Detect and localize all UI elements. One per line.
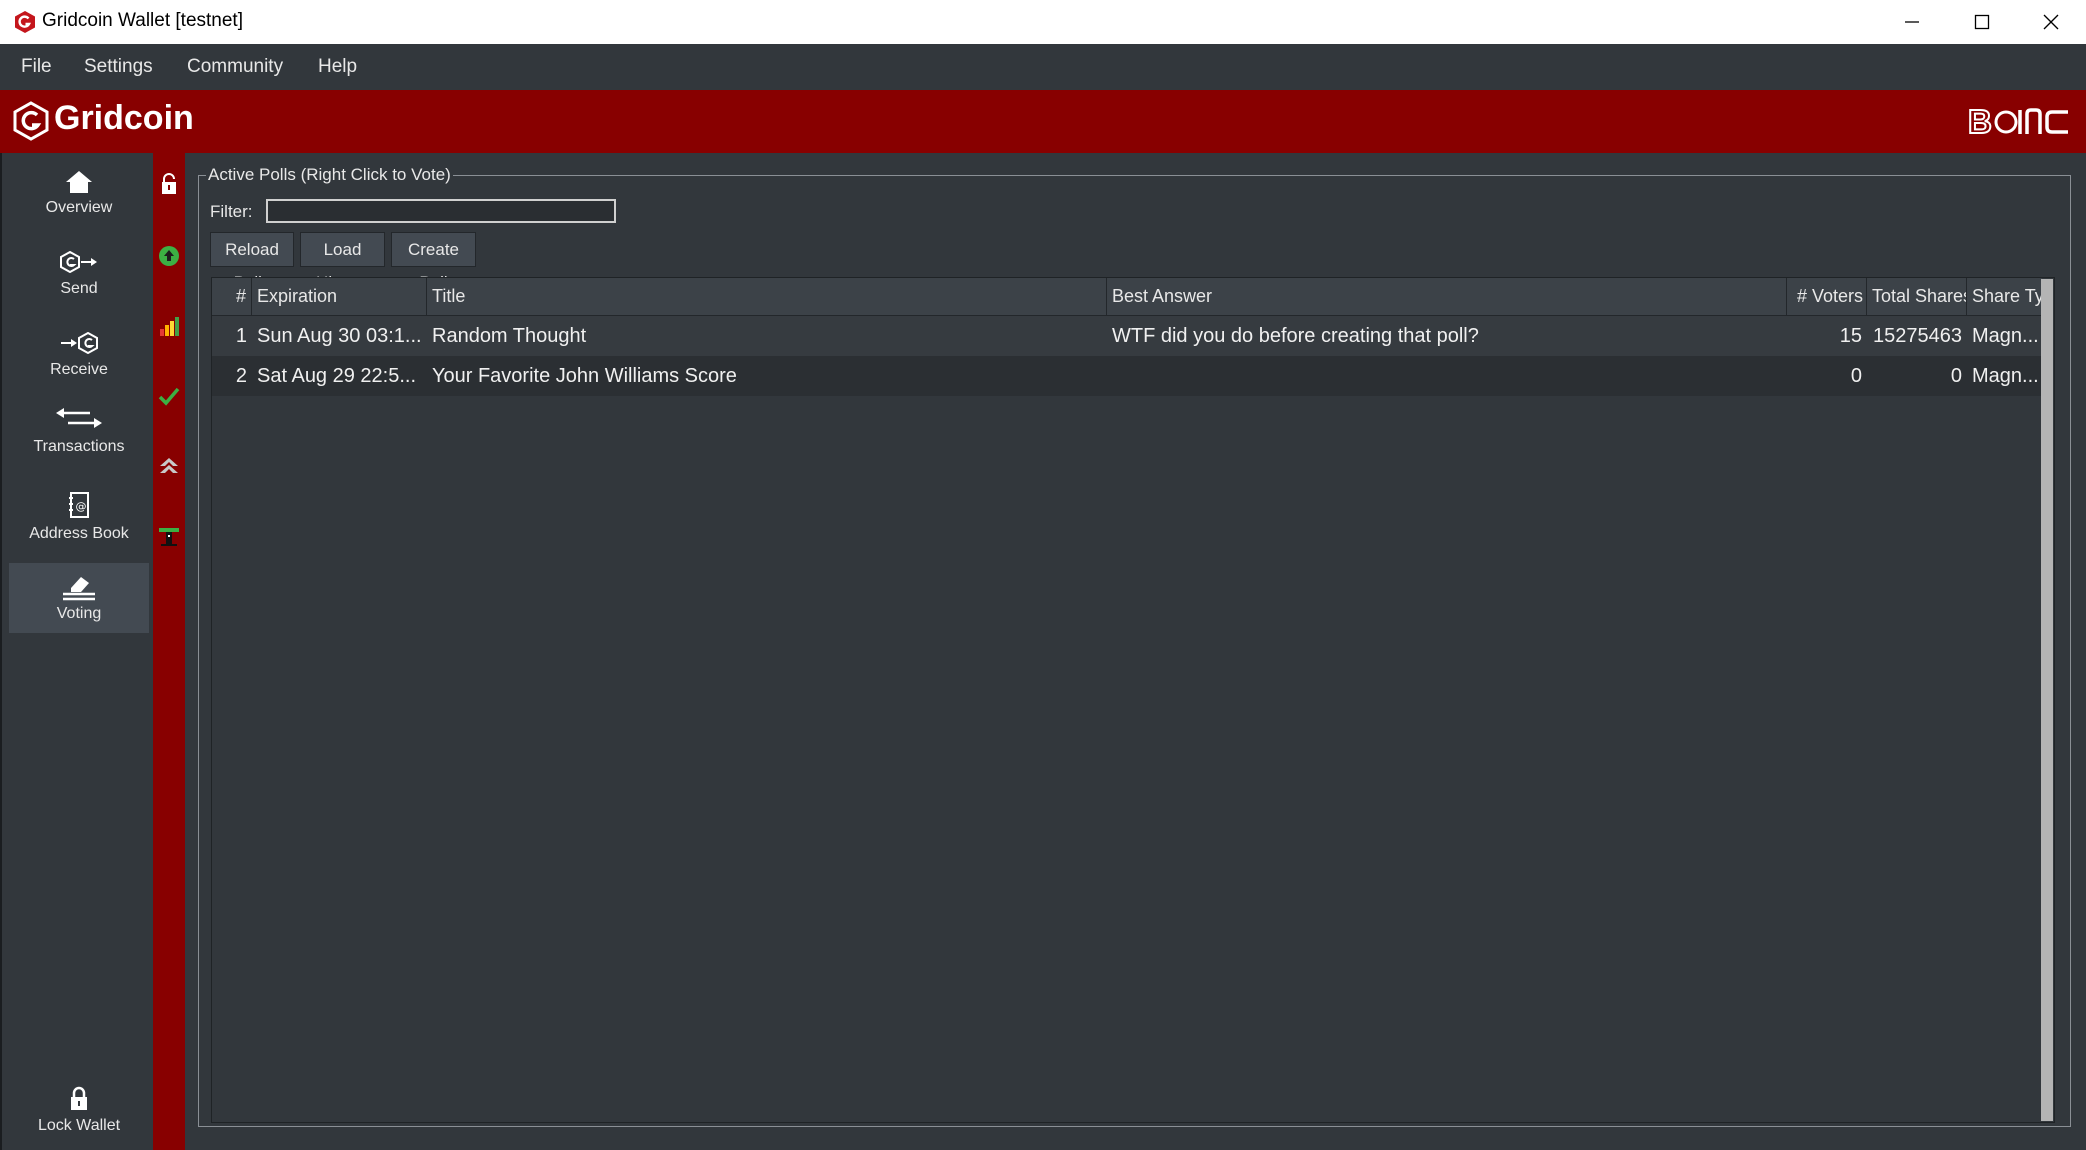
transactions-icon (56, 408, 102, 428)
cell-share-type: Magn... (1972, 365, 2039, 387)
sidebar-item-label: Voting (56, 605, 102, 622)
cell-total-shares: 0 (1950, 365, 1962, 387)
active-polls-group: Active Polls (Right Click to Vote) Filte… (198, 165, 2071, 1127)
cell-expiration: Sun Aug 30 03:1... (257, 325, 422, 347)
menu-community[interactable]: Community (187, 56, 283, 78)
sidebar-item-label: Transactions (33, 438, 125, 455)
svg-text:B: B (1968, 103, 1992, 140)
create-poll-button[interactable]: Create Poll (391, 232, 476, 292)
sidebar-item-label: Receive (50, 361, 108, 378)
lock-icon (71, 1086, 87, 1110)
column-header-voters[interactable]: # Voters (1787, 278, 1867, 315)
beacon-icon[interactable] (158, 525, 180, 547)
minimize-icon (1905, 21, 1919, 23)
connections-icon[interactable] (158, 315, 180, 337)
close-icon (2043, 14, 2059, 30)
sidebar-item-transactions[interactable]: Transactions (9, 394, 149, 464)
staking-icon[interactable] (158, 245, 180, 267)
lock-wallet-label: Lock Wallet (37, 1117, 121, 1134)
cell-expiration: Sat Aug 29 22:5... (257, 365, 417, 387)
cell-voters: 15 (1839, 325, 1862, 347)
gridcoin-app-icon (15, 11, 35, 33)
cell-best-answer: WTF did you do before creating that poll… (1112, 325, 1479, 347)
home-icon (66, 171, 92, 193)
sidebar-item-voting[interactable]: Voting (9, 563, 149, 633)
cell-title: Random Thought (432, 325, 587, 347)
receive-icon (61, 332, 98, 354)
load-history-button[interactable]: Load History (300, 232, 385, 292)
sidebar-item-label: Address Book (29, 525, 129, 542)
sidebar-item-overview[interactable]: Overview (9, 153, 149, 223)
voting-icon (63, 577, 95, 601)
menu-help[interactable]: Help (318, 56, 357, 78)
voting-page: Active Polls (Right Click to Vote) Filte… (185, 153, 2086, 1150)
column-header-best-answer[interactable]: Best Answer (1107, 278, 1787, 315)
cell-best-answer (1107, 356, 1787, 396)
svg-text:@: @ (76, 500, 87, 513)
cell-voters: 0 (1850, 365, 1862, 387)
polls-table: # Expiration Title Best Answer # Voters … (211, 277, 2055, 1123)
table-header: # Expiration Title Best Answer # Voters … (212, 278, 2042, 316)
column-header-number[interactable]: # (212, 278, 252, 315)
cell-number: 2 (235, 365, 247, 387)
sidebar-item-address-book[interactable]: @ Address Book (9, 475, 149, 545)
scraper-icon[interactable] (158, 455, 180, 477)
status-bar (153, 153, 185, 1150)
sidebar-item-label: Overview (45, 199, 113, 216)
column-header-expiration[interactable]: Expiration (252, 278, 427, 315)
reload-polls-button[interactable]: Reload Polls (210, 232, 294, 292)
address-book-icon: @ (69, 492, 89, 518)
table-row[interactable]: 1 Sun Aug 30 03:1... Random Thought WTF … (212, 316, 2042, 356)
table-row[interactable]: 2 Sat Aug 29 22:5... Your Favorite John … (212, 356, 2042, 396)
gridcoin-logo-icon (13, 101, 49, 141)
boinc-logo: B (1968, 102, 2068, 141)
brand-header: Gridcoin B (0, 90, 2086, 153)
cell-title: Your Favorite John Williams Score (432, 365, 737, 387)
sidebar-item-label: Send (60, 280, 98, 297)
filter-input[interactable] (266, 199, 616, 223)
synced-icon[interactable] (158, 385, 180, 407)
sidebar: Overview Send Receive Transactions @ Add… (0, 153, 153, 1150)
menu-bar: File Settings Community Help (0, 44, 2086, 90)
group-title: Active Polls (Right Click to Vote) (206, 165, 453, 185)
brand-name: Gridcoin (54, 99, 194, 137)
unlocked-icon[interactable] (158, 173, 180, 195)
cell-share-type: Magn... (1972, 325, 2039, 347)
maximize-icon (1974, 14, 1990, 30)
column-header-title[interactable]: Title (427, 278, 1107, 315)
send-icon (60, 251, 97, 273)
menu-file[interactable]: File (21, 56, 52, 78)
window-title: Gridcoin Wallet [testnet] (42, 10, 243, 31)
cell-number: 1 (235, 325, 247, 347)
sidebar-item-receive[interactable]: Receive (9, 315, 149, 385)
lock-wallet-button[interactable]: Lock Wallet (9, 1073, 149, 1143)
maximize-button[interactable] (1948, 0, 2017, 44)
menu-settings[interactable]: Settings (84, 56, 153, 78)
close-button[interactable] (2017, 0, 2086, 44)
column-header-total-shares[interactable]: Total Shares (1867, 278, 1967, 315)
sidebar-item-send[interactable]: Send (9, 234, 149, 304)
minimize-button[interactable] (1878, 0, 1947, 44)
vertical-scrollbar[interactable] (2041, 279, 2053, 1121)
filter-label: Filter: (210, 202, 253, 221)
title-bar: Gridcoin Wallet [testnet] (0, 0, 2086, 44)
column-header-share-type[interactable]: Share Type (1967, 278, 2042, 315)
cell-total-shares: 15275463 (1873, 325, 1962, 347)
